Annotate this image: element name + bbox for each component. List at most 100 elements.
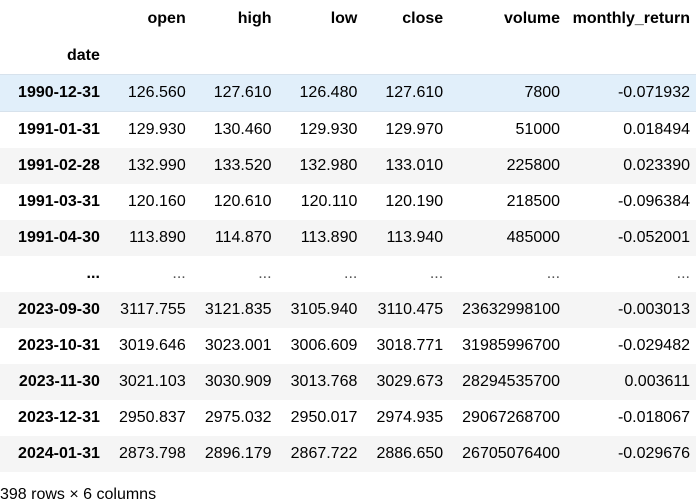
cell-close: ... xyxy=(429,265,444,282)
cell-close: 127.610 xyxy=(357,74,444,112)
table-row[interactable]: 1991-03-31 120.160 120.610 120.110 120.190 21… xyxy=(0,184,696,220)
index-name-row: date xyxy=(0,38,696,75)
cell-low: 3013.768 xyxy=(290,373,358,390)
index-name-label: date xyxy=(66,47,100,64)
cell-low: 126.480 xyxy=(271,74,358,112)
cell-low: 113.890 xyxy=(300,229,358,246)
column-header-close: close xyxy=(402,10,444,27)
cell-open: ... xyxy=(172,265,186,282)
row-index-cell: 2023-11-30 xyxy=(18,373,100,390)
cell-volume: 51000 xyxy=(515,121,561,138)
column-header-high: high xyxy=(237,10,272,27)
row-index-cell: 1990-12-31 xyxy=(0,74,100,112)
cell-monthly-return: -0.029482 xyxy=(617,337,690,354)
table-row[interactable]: 2023-12-31 2950.837 2975.032 2950.017 2974.9… xyxy=(0,400,696,436)
cell-high: 2975.032 xyxy=(204,409,272,426)
table-row[interactable]: 2024-01-31 2873.798 2896.179 2867.722 2886.6… xyxy=(0,436,696,472)
cell-volume: 29067268700 xyxy=(462,409,561,426)
cell-open: 129.930 xyxy=(127,121,186,138)
table-row[interactable]: 1991-04-30 113.890 114.870 113.890 113.940 48… xyxy=(0,220,696,256)
table-row[interactable]: 2023-11-30 3021.103 3030.909 3013.768 3029.6… xyxy=(0,364,696,400)
cell-close: 129.970 xyxy=(385,121,444,138)
cell-monthly-return: -0.096384 xyxy=(617,193,690,210)
row-index-cell: 1991-03-31 xyxy=(18,193,100,210)
cell-volume: 225800 xyxy=(506,157,561,174)
cell-open: 3021.103 xyxy=(118,373,186,390)
cell-monthly-return: -0.029676 xyxy=(617,445,690,462)
column-header-open: open xyxy=(147,10,186,27)
cell-high: 120.610 xyxy=(213,193,272,210)
column-header-volume: volume xyxy=(504,10,561,27)
table-row[interactable]: 1991-01-31 129.930 130.460 129.930 129.970 51… xyxy=(0,112,696,149)
cell-high: 114.870 xyxy=(214,229,272,246)
row-index-cell: 1991-01-31 xyxy=(18,121,100,138)
cell-high: 130.460 xyxy=(213,121,272,138)
cell-close: 3110.475 xyxy=(377,301,444,318)
cell-volume: 485000 xyxy=(506,229,561,246)
empty-header-cell xyxy=(100,38,186,75)
cell-monthly-return: -0.003013 xyxy=(617,301,690,318)
cell-close: 120.190 xyxy=(385,193,444,210)
cell-volume: 218500 xyxy=(506,193,561,210)
cell-monthly-return: 0.003611 xyxy=(624,373,690,390)
cell-volume: 7800 xyxy=(443,74,561,112)
row-index-cell: 1991-04-30 xyxy=(18,229,100,246)
cell-monthly-return: 0.018494 xyxy=(623,121,690,138)
cell-low: 3105.940 xyxy=(290,301,358,318)
table-row[interactable]: 2023-10-31 3019.646 3023.001 3006.609 3018.7… xyxy=(0,328,696,364)
empty-header-cell xyxy=(272,38,358,75)
table-row[interactable]: 2023-09-30 3117.755 3121.835 3105.940 3110.4… xyxy=(0,292,696,328)
cell-close: 2974.935 xyxy=(376,409,444,426)
cell-open: 2873.798 xyxy=(118,445,186,462)
cell-monthly-return: 0.023390 xyxy=(623,157,690,174)
row-index-cell: 2024-01-31 xyxy=(18,445,100,462)
cell-monthly-return: ... xyxy=(676,265,690,282)
cell-close: 2886.650 xyxy=(376,445,444,462)
row-index-cell: 2023-10-31 xyxy=(18,337,100,354)
cell-monthly-return: -0.071932 xyxy=(560,74,696,112)
column-header-row: open high low close volume monthly_retur… xyxy=(0,0,696,38)
cell-volume: 23632998100 xyxy=(462,301,561,318)
cell-open: 120.160 xyxy=(127,193,186,210)
cell-monthly-return: -0.052001 xyxy=(617,229,690,246)
cell-low: 132.980 xyxy=(299,157,358,174)
row-index-cell: 2023-09-30 xyxy=(18,301,100,318)
cell-open: 3019.646 xyxy=(118,337,186,354)
cell-high: 3121.835 xyxy=(204,301,272,318)
column-header-monthly-return: monthly_return xyxy=(572,10,690,27)
cell-high: 3030.909 xyxy=(204,373,272,390)
cell-high: 2896.179 xyxy=(204,445,272,462)
cell-close: 133.010 xyxy=(385,157,444,174)
table-row[interactable]: 1991-02-28 132.990 133.520 132.980 133.010 22… xyxy=(0,148,696,184)
cell-monthly-return: -0.018067 xyxy=(617,409,690,426)
cell-low: 129.930 xyxy=(299,121,358,138)
empty-header-cell xyxy=(443,38,560,75)
cell-close: 113.940 xyxy=(386,229,444,246)
table-row[interactable]: 1990-12-31 126.560 127.610 126.480 127.610 78… xyxy=(0,74,696,112)
cell-volume: 26705076400 xyxy=(462,445,561,462)
index-corner-cell xyxy=(0,0,100,38)
cell-volume: 28294535700 xyxy=(462,373,561,390)
table-body: 1990-12-31 126.560 127.610 126.480 127.610 78… xyxy=(0,74,696,472)
row-index-cell: 1991-02-28 xyxy=(18,157,100,174)
cell-volume: 31985996700 xyxy=(462,337,561,354)
empty-header-cell xyxy=(357,38,443,75)
cell-open: 2950.837 xyxy=(118,409,186,426)
cell-low: 120.110 xyxy=(300,193,358,210)
cell-low: ... xyxy=(344,265,358,282)
cell-high: ... xyxy=(258,265,272,282)
table-header: open high low close volume monthly_retur… xyxy=(0,0,696,75)
table-shape-footer: 398 rows × 6 columns xyxy=(0,486,157,503)
cell-open: 132.990 xyxy=(127,157,186,174)
empty-header-cell xyxy=(560,38,696,75)
ellipsis-row[interactable]: ..................... xyxy=(0,256,696,292)
cell-high: 3023.001 xyxy=(204,337,272,354)
row-index-cell: 2023-12-31 xyxy=(18,409,100,426)
column-header-low: low xyxy=(330,10,358,27)
cell-high: 127.610 xyxy=(185,74,272,112)
dataframe-table: open high low close volume monthly_retur… xyxy=(0,0,696,472)
empty-header-cell xyxy=(186,38,272,75)
cell-open: 3117.755 xyxy=(120,301,186,318)
cell-volume: ... xyxy=(546,265,561,282)
cell-open: 113.890 xyxy=(129,229,186,246)
